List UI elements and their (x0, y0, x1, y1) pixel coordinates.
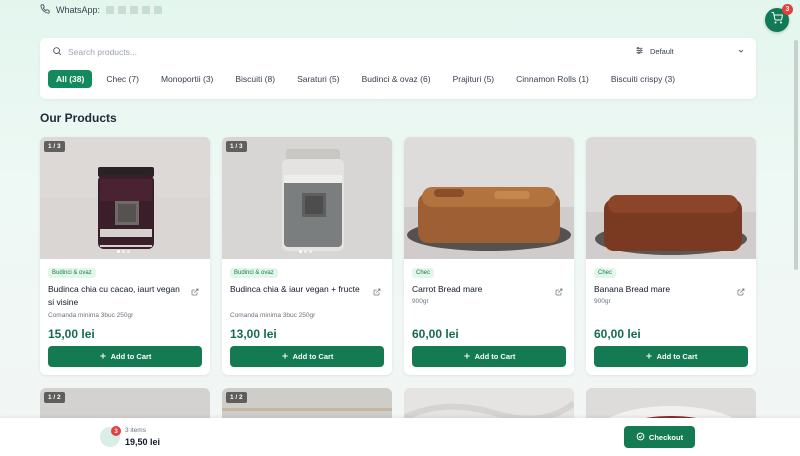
filter-panel: Search products... Default All (38) Chec… (40, 38, 756, 99)
category-tab[interactable]: Saraturi (5) (289, 70, 348, 88)
cart-summary-icon[interactable]: 3 (100, 426, 121, 447)
product-price: 15,00 lei (48, 327, 95, 341)
cart-button[interactable]: 3 (765, 4, 793, 32)
cart-summary-bar: 3 3 items 19,50 lei Checkout (0, 418, 800, 456)
category-tab[interactable]: Biscuiti (8) (227, 70, 283, 88)
image-counter: 1 / 2 (44, 392, 65, 403)
checkout-button[interactable]: Checkout (624, 426, 695, 448)
category-tab[interactable]: Prajituri (5) (445, 70, 503, 88)
chevron-down-icon (737, 47, 745, 57)
category-tab[interactable]: Cinnamon Rolls (1) (508, 70, 597, 88)
category-badge: Chec (412, 268, 435, 278)
add-to-cart-button[interactable]: Add to Cart (594, 346, 748, 367)
carousel-dots[interactable] (299, 250, 312, 253)
category-tab[interactable]: Budinci & ovaz (6) (354, 70, 439, 88)
image-counter: 1 / 3 (44, 141, 65, 152)
whatsapp-number-redacted (106, 6, 163, 14)
product-name[interactable]: Banana Bread mare (594, 283, 734, 296)
add-to-cart-label: Add to Cart (474, 352, 516, 361)
whatsapp-contact[interactable]: WhatsApp: (40, 4, 163, 16)
carousel-dots[interactable] (117, 250, 130, 253)
plus-icon (99, 352, 107, 362)
category-badge: Chec (594, 268, 617, 278)
phone-icon (40, 4, 50, 16)
product-name[interactable]: Budinca chia cu cacao, iaurt vegan si vi… (48, 283, 188, 309)
product-image[interactable] (222, 137, 392, 259)
cart-count-badge: 3 (782, 4, 793, 15)
sort-select[interactable]: Default (635, 46, 745, 57)
category-badge: Budinci & ovaz (48, 268, 96, 278)
cart-total: 19,50 lei (125, 437, 161, 447)
cart-summary-badge: 3 (111, 426, 121, 436)
category-tab[interactable]: All (38) (48, 70, 93, 88)
image-counter: 1 / 3 (226, 141, 247, 152)
add-to-cart-label: Add to Cart (656, 352, 698, 361)
product-card: Chec Banana Bread mare 900gr 60,00 lei A… (586, 137, 756, 375)
search-icon (52, 46, 62, 58)
category-tab[interactable]: Biscuiti crispy (3) (603, 70, 683, 88)
cart-icon (771, 11, 784, 29)
product-card: Chec Carrot Bread mare 900gr 60,00 lei A… (404, 137, 574, 375)
search-input[interactable]: Search products... (52, 46, 137, 58)
category-tab[interactable]: Monoportii (3) (153, 70, 221, 88)
category-tabs: All (38) Chec (7) Monoportii (3) Biscuit… (48, 70, 689, 88)
external-link-icon[interactable] (555, 283, 563, 301)
top-bar: WhatsApp: (0, 0, 800, 20)
whatsapp-label: WhatsApp: (56, 5, 101, 15)
plus-icon (645, 352, 653, 362)
external-link-icon[interactable] (373, 283, 381, 301)
search-placeholder: Search products... (68, 47, 137, 57)
page-scrollbar[interactable] (794, 40, 798, 270)
external-link-icon[interactable] (191, 283, 199, 301)
check-circle-icon (636, 432, 645, 443)
product-name[interactable]: Budinca chia & iaur vegan + fructe (230, 283, 370, 296)
sliders-icon (635, 46, 644, 57)
plus-icon (281, 352, 289, 362)
product-card: 1 / 3 Budinci & ovaz Budinca chia cu cac… (40, 137, 210, 375)
plus-icon (463, 352, 471, 362)
product-image[interactable] (586, 137, 756, 259)
product-note: Comanda minima 3buc 250gr (230, 312, 316, 319)
external-link-icon[interactable] (737, 283, 745, 301)
sort-value: Default (650, 47, 674, 56)
category-badge: Budinci & ovaz (230, 268, 278, 278)
product-price: 60,00 lei (594, 327, 641, 341)
add-to-cart-button[interactable]: Add to Cart (48, 346, 202, 367)
add-to-cart-button[interactable]: Add to Cart (412, 346, 566, 367)
add-to-cart-label: Add to Cart (292, 352, 334, 361)
product-name[interactable]: Carrot Bread mare (412, 283, 552, 296)
product-note: Comanda minima 3buc 250gr (48, 312, 134, 319)
cart-items-count: 3 items (125, 427, 146, 434)
product-image[interactable] (40, 137, 210, 259)
product-card: 1 / 3 Budinci & ovaz Budinca chia & iaur… (222, 137, 392, 375)
add-to-cart-label: Add to Cart (110, 352, 152, 361)
category-tab[interactable]: Chec (7) (98, 70, 147, 88)
product-price: 13,00 lei (230, 327, 277, 341)
checkout-label: Checkout (648, 432, 684, 442)
product-note: 900gr (412, 298, 429, 305)
product-image[interactable] (404, 137, 574, 259)
product-price: 60,00 lei (412, 327, 459, 341)
product-note: 900gr (594, 298, 611, 305)
add-to-cart-button[interactable]: Add to Cart (230, 346, 384, 367)
section-title: Our Products (40, 111, 117, 125)
